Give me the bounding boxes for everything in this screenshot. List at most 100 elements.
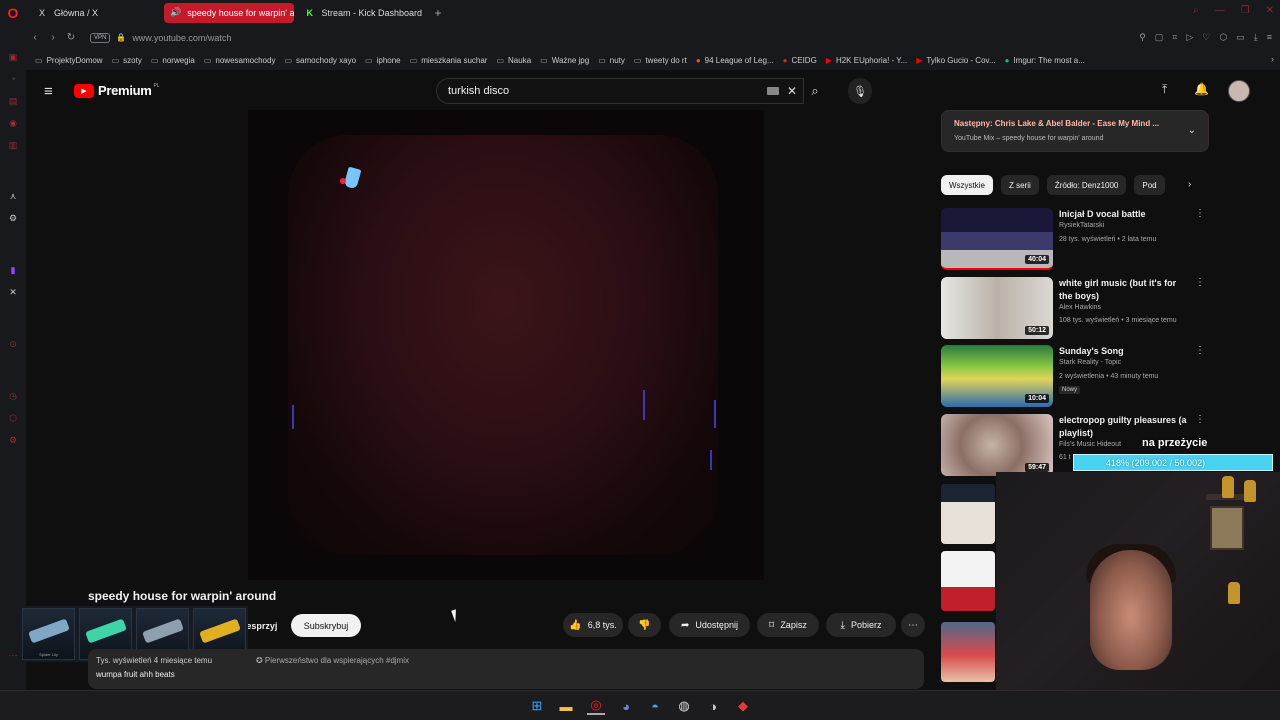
- bookmark-item[interactable]: ▭ szoty: [112, 56, 142, 65]
- channel-name[interactable]: RysiekTatarski: [1059, 222, 1104, 229]
- recommendation-thumbnail[interactable]: [941, 622, 995, 682]
- recommendation-thumbnail[interactable]: 59:47: [941, 414, 1053, 476]
- search-input[interactable]: turkish disco ✕: [436, 78, 804, 104]
- ai-icon[interactable]: ⋏: [7, 191, 19, 202]
- bookmark-item[interactable]: ▭ norwegia: [151, 56, 195, 65]
- steam-icon[interactable]: ◑: [704, 697, 722, 715]
- filter-chip[interactable]: Wszystkie: [941, 175, 993, 195]
- sidebar-more-icon[interactable]: ⋯: [7, 650, 19, 661]
- recommendation-thumbnail[interactable]: 40:04: [941, 208, 1053, 270]
- filter-chip[interactable]: Pod: [1134, 175, 1165, 195]
- bookmark-item[interactable]: ● CEIDG: [783, 56, 817, 65]
- history-icon[interactable]: ◷: [7, 391, 19, 402]
- vpn-badge[interactable]: VPN: [90, 32, 111, 43]
- screenshot-icon[interactable]: ⌗: [1172, 32, 1177, 43]
- messenger-taskbar-icon[interactable]: ◓: [646, 697, 664, 715]
- bookmark-item[interactable]: ▭ iphone: [365, 56, 401, 65]
- notifications-bell-icon[interactable]: 🔔: [1194, 82, 1209, 96]
- recommendation-title[interactable]: Inicjał D vocal battle: [1059, 208, 1189, 221]
- twitch-icon[interactable]: ▮: [7, 265, 19, 276]
- bookmark-item[interactable]: ▭ Nauka: [496, 56, 531, 65]
- file-explorer-icon[interactable]: ▬: [557, 697, 575, 715]
- player-sidebar-icon[interactable]: ⊙: [7, 339, 19, 350]
- chatgpt-icon[interactable]: ⚙: [7, 213, 19, 224]
- avatar[interactable]: [1228, 80, 1250, 102]
- close-icon[interactable]: ✕: [1266, 5, 1274, 16]
- upload-icon[interactable]: ⤒: [1162, 82, 1167, 97]
- download-button[interactable]: ⤓ Pobierz: [826, 613, 896, 637]
- bookmark-item[interactable]: ▭ Ważne jpg: [540, 56, 589, 65]
- messenger-icon[interactable]: ◉: [7, 118, 19, 129]
- url-field[interactable]: www.youtube.com/watch: [132, 33, 231, 43]
- tab-youtube-video[interactable]: 🔊 speedy house for warpin' around: [164, 2, 294, 23]
- hamburger-menu-icon[interactable]: ≡: [44, 83, 53, 100]
- recommendation-item[interactable]: 50:12 white girl music (but it's for the …: [941, 277, 1209, 339]
- back-icon[interactable]: ‹: [26, 32, 44, 43]
- extensions-sidebar-icon[interactable]: ⬡: [7, 413, 19, 424]
- share-button[interactable]: ➦ Udostępnij: [669, 613, 750, 637]
- tab-x-home[interactable]: X Główna / X: [30, 3, 160, 23]
- more-vertical-icon[interactable]: ⋮: [1195, 414, 1205, 425]
- recommendation-title[interactable]: Sunday's Song: [1059, 345, 1189, 358]
- speed-dial-icon[interactable]: ◔: [7, 74, 19, 84]
- player-icon[interactable]: ▷: [1186, 32, 1193, 43]
- subscribe-button[interactable]: Subskrybuj: [291, 614, 361, 637]
- settings-icon[interactable]: ⚙: [7, 435, 19, 446]
- save-button[interactable]: ⌑ Zapisz: [757, 613, 819, 637]
- minimize-icon[interactable]: —: [1215, 5, 1225, 16]
- pin-icon[interactable]: ⚲: [1139, 32, 1146, 43]
- clear-search-icon[interactable]: ✕: [787, 84, 797, 98]
- bookmark-item[interactable]: ▭ nowesamochody: [204, 56, 276, 65]
- dislike-button[interactable]: 👎: [628, 613, 661, 637]
- forward-icon[interactable]: ›: [44, 32, 62, 43]
- recommendation-thumbnail[interactable]: [941, 551, 995, 611]
- channel-name[interactable]: Fils's Music Hideout: [1059, 441, 1121, 448]
- aria-icon[interactable]: ▣: [7, 52, 19, 63]
- wallet-sidebar-icon[interactable]: ▤: [7, 96, 19, 107]
- video-player[interactable]: [248, 110, 764, 580]
- search-tabs-icon[interactable]: ⌕: [1193, 5, 1199, 16]
- reload-icon[interactable]: ↻: [62, 32, 80, 43]
- search-button[interactable]: ⌕: [804, 78, 826, 104]
- more-vertical-icon[interactable]: ⋮: [1195, 208, 1205, 219]
- recommendation-item[interactable]: 10:04 Sunday's Song Stark Reality - Topic 2…: [941, 345, 1209, 407]
- more-actions-button[interactable]: ⋯: [901, 613, 925, 637]
- bookmark-item[interactable]: ▭ ProjektyDomow: [35, 56, 103, 65]
- menu-icon[interactable]: ≡: [1267, 32, 1272, 43]
- bookmark-item[interactable]: ▭ samochody xayo: [284, 56, 356, 65]
- tab-kick-dashboard[interactable]: K Stream - Kick Dashboard: [298, 3, 428, 23]
- recommendation-thumbnail[interactable]: 50:12: [941, 277, 1053, 339]
- download-icon[interactable]: ⤓: [1254, 32, 1258, 43]
- snapshot-icon[interactable]: ▢: [1155, 32, 1164, 43]
- keyboard-icon[interactable]: [767, 87, 779, 95]
- description-tags[interactable]: ✪ Pierwszeństwo dla wspierających #djmix: [256, 656, 409, 665]
- windows-start-icon[interactable]: ⊞: [528, 697, 546, 715]
- channel-name[interactable]: Stark Reality - Topic: [1059, 359, 1121, 366]
- riot-client-icon[interactable]: ◆: [734, 697, 752, 715]
- bookmark-item[interactable]: ● Imgur: The most a...: [1005, 56, 1085, 65]
- recommendation-title[interactable]: white girl music (but it's for the boys): [1059, 277, 1189, 303]
- new-tab-icon[interactable]: +: [428, 6, 448, 20]
- youtube-mix-panel[interactable]: Następny: Chris Lake & Abel Balder - Eas…: [941, 110, 1209, 152]
- opera-gx-icon[interactable]: ◎: [587, 697, 605, 715]
- discord-icon[interactable]: ◕: [617, 697, 635, 715]
- chevron-right-icon[interactable]: ›: [1188, 179, 1191, 190]
- bookmark-item[interactable]: ▶ H2K EUphoria! - Y...: [826, 56, 907, 65]
- recommendation-thumbnail[interactable]: 10:04: [941, 345, 1053, 407]
- bookmark-item[interactable]: ● 94 League of Leg...: [696, 56, 774, 65]
- youtube-premium-logo[interactable]: ▶ Premium PL: [74, 83, 160, 98]
- bookmarks-overflow-icon[interactable]: ›: [1271, 54, 1274, 64]
- more-vertical-icon[interactable]: ⋮: [1195, 277, 1205, 288]
- wallet-icon[interactable]: ▭: [1236, 32, 1245, 43]
- chevron-down-icon[interactable]: ⌄: [1188, 125, 1196, 136]
- bookmark-item[interactable]: ▭ mieszkania suchar: [410, 56, 488, 65]
- more-vertical-icon[interactable]: ⋮: [1195, 345, 1205, 356]
- bookmark-item[interactable]: ▶ Tylko Gucio - Cov...: [916, 56, 995, 65]
- filter-chip[interactable]: Z serii: [1001, 175, 1039, 195]
- voice-search-button[interactable]: 🎙: [848, 78, 872, 104]
- video-description[interactable]: Tys. wyświetleń 4 miesiące temu ✪ Pierws…: [88, 649, 924, 689]
- channel-name[interactable]: Alex Hawkins: [1059, 304, 1101, 311]
- filter-chip[interactable]: Źródło: Denz1000: [1046, 175, 1127, 195]
- extensions-icon[interactable]: ⬡: [1219, 32, 1227, 43]
- recommendation-thumbnail[interactable]: [941, 484, 995, 544]
